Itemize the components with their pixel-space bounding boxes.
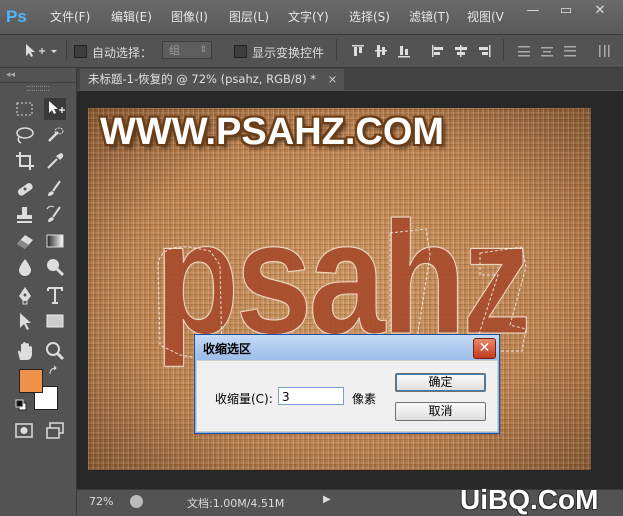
- close-window-button[interactable]: ✕: [587, 2, 613, 20]
- dialog-title: 收缩选区: [203, 342, 252, 356]
- blur-tool-icon[interactable]: [14, 256, 36, 278]
- menu-file[interactable]: 文件(F): [50, 8, 90, 25]
- contract-amount-input[interactable]: 3: [278, 387, 344, 405]
- default-colors-icon[interactable]: [15, 399, 27, 411]
- move-tool-icon[interactable]: [44, 98, 66, 120]
- gradient-tool-icon[interactable]: [44, 230, 66, 252]
- screen-mode-icon[interactable]: [44, 420, 66, 442]
- show-transform-checkbox[interactable]: [234, 45, 247, 58]
- photoshop-logo: Ps: [6, 7, 27, 26]
- minimize-button[interactable]: —: [520, 2, 546, 20]
- quick-selection-tool-icon[interactable]: [44, 124, 66, 146]
- hand-tool-icon[interactable]: [14, 340, 36, 362]
- align-top-icon[interactable]: [350, 43, 366, 59]
- menu-type[interactable]: 文字(Y): [288, 8, 329, 25]
- show-transform-label: 显示变换控件: [252, 46, 325, 60]
- auto-select-dropdown[interactable]: 组 ⇕: [162, 41, 212, 59]
- contract-selection-dialog: 收缩选区 ✕ 收缩量(C): 3 像素 确定 取消: [194, 334, 500, 434]
- healing-brush-tool-icon[interactable]: [14, 178, 36, 200]
- menu-edit[interactable]: 编辑(E): [111, 8, 152, 25]
- contract-amount-label: 收缩量(C):: [215, 392, 273, 406]
- foreground-color-swatch-top[interactable]: [19, 369, 43, 393]
- restore-button[interactable]: ▭: [553, 2, 579, 20]
- distribute-top-icon[interactable]: [516, 43, 532, 59]
- ok-button[interactable]: 确定: [395, 373, 486, 392]
- site-watermark: UiBQ.CoM: [460, 484, 599, 515]
- auto-select-value: 组: [169, 44, 180, 57]
- auto-select-checkbox[interactable]: [74, 45, 87, 58]
- align-right-icon[interactable]: [476, 43, 492, 59]
- status-info-icon[interactable]: [130, 495, 143, 508]
- pen-tool-icon[interactable]: [14, 284, 36, 306]
- dialog-close-button[interactable]: ✕: [473, 338, 496, 359]
- lasso-tool-icon[interactable]: [14, 124, 36, 146]
- align-vcenter-icon[interactable]: [373, 43, 389, 59]
- eyedropper-tool-icon[interactable]: [44, 150, 66, 172]
- document-size-info: 文档:1.00M/4.51M: [187, 497, 285, 510]
- menu-filter[interactable]: 滤镜(T): [409, 8, 450, 25]
- auto-select-label: 自动选择：: [92, 46, 153, 60]
- zoom-level[interactable]: 72%: [89, 495, 113, 508]
- canvas-heading-text: WWW.PSAHZ.COM: [100, 111, 445, 153]
- marquee-tool-icon[interactable]: [14, 98, 36, 120]
- path-selection-tool-icon[interactable]: [14, 310, 36, 332]
- zoom-tool-icon[interactable]: [44, 340, 66, 362]
- type-tool-icon[interactable]: [44, 284, 66, 306]
- eraser-tool-icon[interactable]: [14, 230, 36, 252]
- tools-panel: ◂◂: [0, 68, 77, 515]
- cancel-button[interactable]: 取消: [395, 402, 486, 421]
- dropdown-arrow-icon: ⇕: [199, 45, 207, 55]
- clone-stamp-tool-icon[interactable]: [14, 204, 36, 226]
- dodge-tool-icon[interactable]: [44, 256, 66, 278]
- align-hcenter-icon[interactable]: [453, 43, 469, 59]
- quick-mask-icon[interactable]: [13, 420, 35, 442]
- dialog-title-bar[interactable]: 收缩选区 ✕: [195, 335, 499, 360]
- menu-bar: Ps 文件(F) 编辑(E) 图像(I) 图层(L) 文字(Y) 选择(S) 滤…: [0, 0, 623, 35]
- document-tab-title: 未标题-1-恢复的 @ 72% (psahz, RGB/8) *: [88, 72, 316, 86]
- panel-grip[interactable]: [27, 86, 49, 91]
- history-brush-tool-icon[interactable]: [44, 204, 66, 226]
- move-tool-preset-icon[interactable]: [24, 43, 58, 59]
- options-bar: 自动选择： 组 ⇕ 显示变换控件: [0, 35, 623, 68]
- status-menu-arrow-icon[interactable]: ▶: [323, 494, 331, 505]
- rectangle-tool-icon[interactable]: [44, 310, 66, 332]
- collapse-panel-icon[interactable]: ◂◂: [6, 70, 15, 80]
- tab-close-icon[interactable]: ×: [328, 72, 338, 86]
- menu-view[interactable]: 视图(V: [467, 8, 504, 25]
- align-left-icon[interactable]: [430, 43, 446, 59]
- distribute-left-icon[interactable]: [596, 43, 612, 59]
- crop-tool-icon[interactable]: [14, 150, 36, 172]
- distribute-vcenter-icon[interactable]: [539, 43, 555, 59]
- pixels-unit-label: 像素: [352, 392, 377, 406]
- document-tab[interactable]: 未标题-1-恢复的 @ 72% (psahz, RGB/8) * ×: [80, 69, 344, 90]
- brush-tool-icon[interactable]: [44, 178, 66, 200]
- menu-image[interactable]: 图像(I): [171, 8, 208, 25]
- align-bottom-icon[interactable]: [396, 43, 412, 59]
- menu-layer[interactable]: 图层(L): [229, 8, 269, 25]
- menu-select[interactable]: 选择(S): [349, 8, 390, 25]
- swap-colors-icon[interactable]: [48, 365, 60, 377]
- distribute-bottom-icon[interactable]: [562, 43, 578, 59]
